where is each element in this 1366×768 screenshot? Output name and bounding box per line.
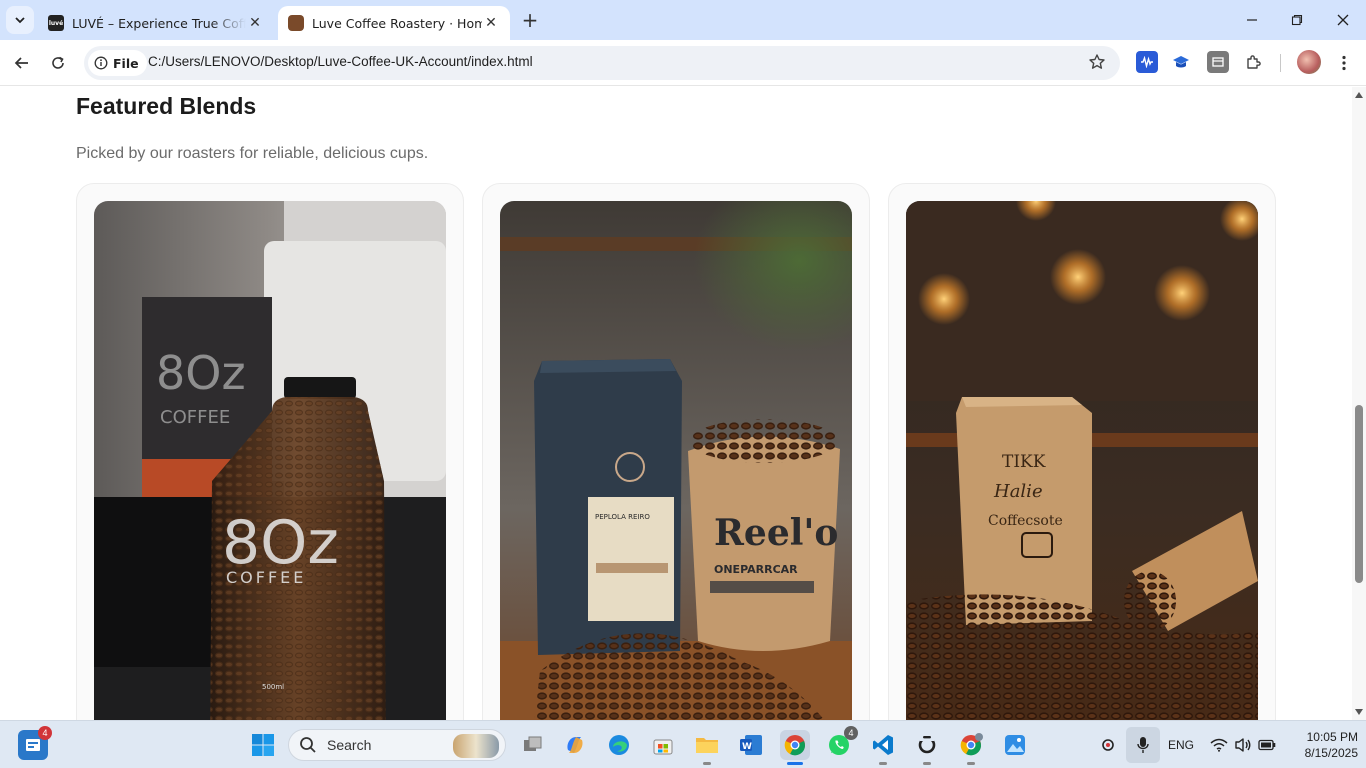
copilot-icon[interactable] bbox=[560, 730, 590, 760]
running-indicator bbox=[923, 762, 931, 765]
clock-time: 10:05 PM bbox=[1306, 730, 1358, 744]
close-tab-icon[interactable]: ✕ bbox=[482, 14, 500, 32]
svg-text:Coffecsote: Coffecsote bbox=[988, 513, 1063, 529]
running-indicator bbox=[967, 762, 975, 765]
whatsapp-badge: 4 bbox=[844, 726, 858, 740]
clock-date: 8/15/2025 bbox=[1304, 746, 1358, 760]
vscode-icon[interactable] bbox=[868, 730, 898, 765]
input-language-indicator[interactable]: ENG bbox=[1168, 721, 1194, 768]
svg-text:8Oz: 8Oz bbox=[156, 346, 246, 400]
svg-text:W: W bbox=[742, 742, 752, 752]
wifi-icon[interactable] bbox=[1210, 721, 1228, 768]
word-icon[interactable]: W bbox=[736, 730, 766, 760]
tab-luve-home[interactable]: Luve Coffee Roastery · Home ✕ bbox=[278, 6, 510, 40]
site-info-chip[interactable]: File bbox=[88, 50, 147, 76]
svg-text:COFFEE: COFFEE bbox=[226, 568, 306, 587]
browser-toolbar: File C:/Users/LENOVO/Desktop/Luve-Coffee… bbox=[0, 40, 1366, 86]
running-indicator bbox=[879, 762, 887, 765]
profile-avatar[interactable] bbox=[1297, 50, 1321, 74]
tab-search-button[interactable] bbox=[6, 6, 34, 34]
reload-button[interactable] bbox=[44, 49, 72, 77]
url-text[interactable]: C:/Users/LENOVO/Desktop/Luve-Coffee-UK-A… bbox=[148, 54, 533, 69]
openai-app-icon[interactable] bbox=[912, 730, 942, 765]
new-tab-button[interactable]: + bbox=[518, 8, 542, 32]
system-clock[interactable]: 10:05 PM 8/15/2025 bbox=[1282, 729, 1358, 761]
microphone-icon[interactable] bbox=[1126, 727, 1160, 763]
page-viewport: Featured Blends Picked by our roasters f… bbox=[0, 87, 1352, 720]
page-scrollbar[interactable] bbox=[1352, 87, 1366, 720]
luve-logo-icon: luvé bbox=[48, 15, 64, 31]
address-bar[interactable]: File C:/Users/LENOVO/Desktop/Luve-Coffee… bbox=[84, 46, 1120, 80]
scroll-down-arrow-icon[interactable] bbox=[1355, 709, 1363, 715]
chrome-profile-icon[interactable] bbox=[956, 730, 986, 765]
microsoft-store-icon[interactable] bbox=[648, 730, 678, 760]
coffee-bag-and-sack-photo: PEPLOLA REIRO Reel'o ONEPARRCAR bbox=[500, 201, 852, 720]
reload-icon bbox=[52, 56, 64, 69]
tab-luve-experience[interactable]: luvé LUVÉ – Experience True Coffee Excel… bbox=[38, 6, 274, 40]
section-subheading: Picked by our roasters for reliable, del… bbox=[76, 145, 429, 162]
minimize-icon bbox=[1247, 19, 1257, 21]
whatsapp-icon[interactable]: 4 bbox=[824, 726, 858, 760]
extension-waveform-icon[interactable] bbox=[1136, 51, 1158, 73]
search-placeholder: Search bbox=[327, 737, 372, 753]
arrow-left-icon bbox=[14, 57, 28, 69]
restore-icon bbox=[1291, 14, 1303, 26]
svg-text:PEPLOLA REIRO: PEPLOLA REIRO bbox=[595, 513, 650, 521]
more-vertical-icon bbox=[1342, 55, 1346, 71]
windows-taskbar: 4 Search W 4 ENG 10:05 PM 8/15/2025 bbox=[0, 720, 1366, 768]
start-windows-icon[interactable] bbox=[248, 730, 278, 760]
extension-graduation-cap-icon[interactable] bbox=[1170, 51, 1192, 73]
chip-label: File bbox=[113, 55, 139, 71]
close-icon bbox=[1337, 14, 1349, 26]
blend-card[interactable]: TIKK Halie Coffecsote bbox=[888, 183, 1276, 720]
widgets-badge: 4 bbox=[38, 726, 52, 740]
widgets-icon[interactable]: 4 bbox=[18, 726, 52, 760]
taskbar-search-box[interactable]: Search bbox=[288, 729, 506, 761]
search-icon bbox=[300, 737, 316, 753]
tab-title: Luve Coffee Roastery · Home bbox=[312, 15, 482, 31]
kraft-coffee-bag-photo: TIKK Halie Coffecsote bbox=[906, 201, 1258, 720]
chrome-icon[interactable] bbox=[780, 730, 810, 765]
minimize-button[interactable] bbox=[1240, 8, 1264, 32]
chevron-down-icon bbox=[15, 17, 25, 24]
svg-text:COFFEE: COFFEE bbox=[160, 407, 230, 428]
search-highlight-image-icon bbox=[453, 734, 499, 758]
extension-tab-icon[interactable] bbox=[1207, 51, 1229, 73]
active-indicator bbox=[787, 762, 803, 765]
tab-title: LUVÉ – Experience True Coffee Excellence bbox=[72, 15, 246, 31]
volume-icon[interactable] bbox=[1234, 721, 1252, 768]
back-button[interactable] bbox=[8, 49, 36, 77]
running-indicator bbox=[703, 762, 711, 765]
tray-sync-icon[interactable] bbox=[1100, 721, 1122, 768]
blend-card[interactable]: 8Oz COFFEE 8Oz COFFEE 500ml bbox=[76, 183, 464, 720]
edge-browser-icon[interactable] bbox=[604, 730, 634, 760]
svg-text:ONEPARRCAR: ONEPARRCAR bbox=[714, 563, 798, 576]
photos-app-icon[interactable] bbox=[1000, 730, 1030, 760]
file-explorer-icon[interactable] bbox=[692, 730, 722, 765]
task-view-icon[interactable] bbox=[518, 730, 548, 760]
bookmark-star-icon[interactable] bbox=[1088, 53, 1106, 71]
extensions-puzzle-icon[interactable] bbox=[1243, 51, 1265, 73]
battery-icon[interactable] bbox=[1258, 721, 1276, 768]
coffee-favicon-icon bbox=[288, 15, 304, 31]
browser-menu-button[interactable] bbox=[1330, 49, 1358, 77]
scroll-thumb[interactable] bbox=[1355, 405, 1363, 583]
svg-text:TIKK: TIKK bbox=[1002, 452, 1046, 472]
tab-strip: luvé LUVÉ – Experience True Coffee Excel… bbox=[0, 0, 1366, 40]
blend-card[interactable]: PEPLOLA REIRO Reel'o ONEPARRCAR bbox=[482, 183, 870, 720]
svg-text:Halie: Halie bbox=[993, 481, 1043, 502]
toolbar-divider bbox=[1280, 54, 1281, 72]
section-heading: Featured Blends bbox=[76, 93, 257, 119]
svg-text:Reel'o: Reel'o bbox=[714, 512, 838, 554]
scroll-up-arrow-icon[interactable] bbox=[1355, 92, 1363, 98]
info-icon bbox=[94, 56, 108, 70]
80z-coffee-bottle-photo: 8Oz COFFEE 8Oz COFFEE 500ml bbox=[94, 201, 446, 720]
svg-text:500ml: 500ml bbox=[262, 683, 284, 691]
close-window-button[interactable] bbox=[1331, 8, 1355, 32]
restore-button[interactable] bbox=[1285, 8, 1309, 32]
close-tab-icon[interactable]: ✕ bbox=[246, 14, 264, 32]
